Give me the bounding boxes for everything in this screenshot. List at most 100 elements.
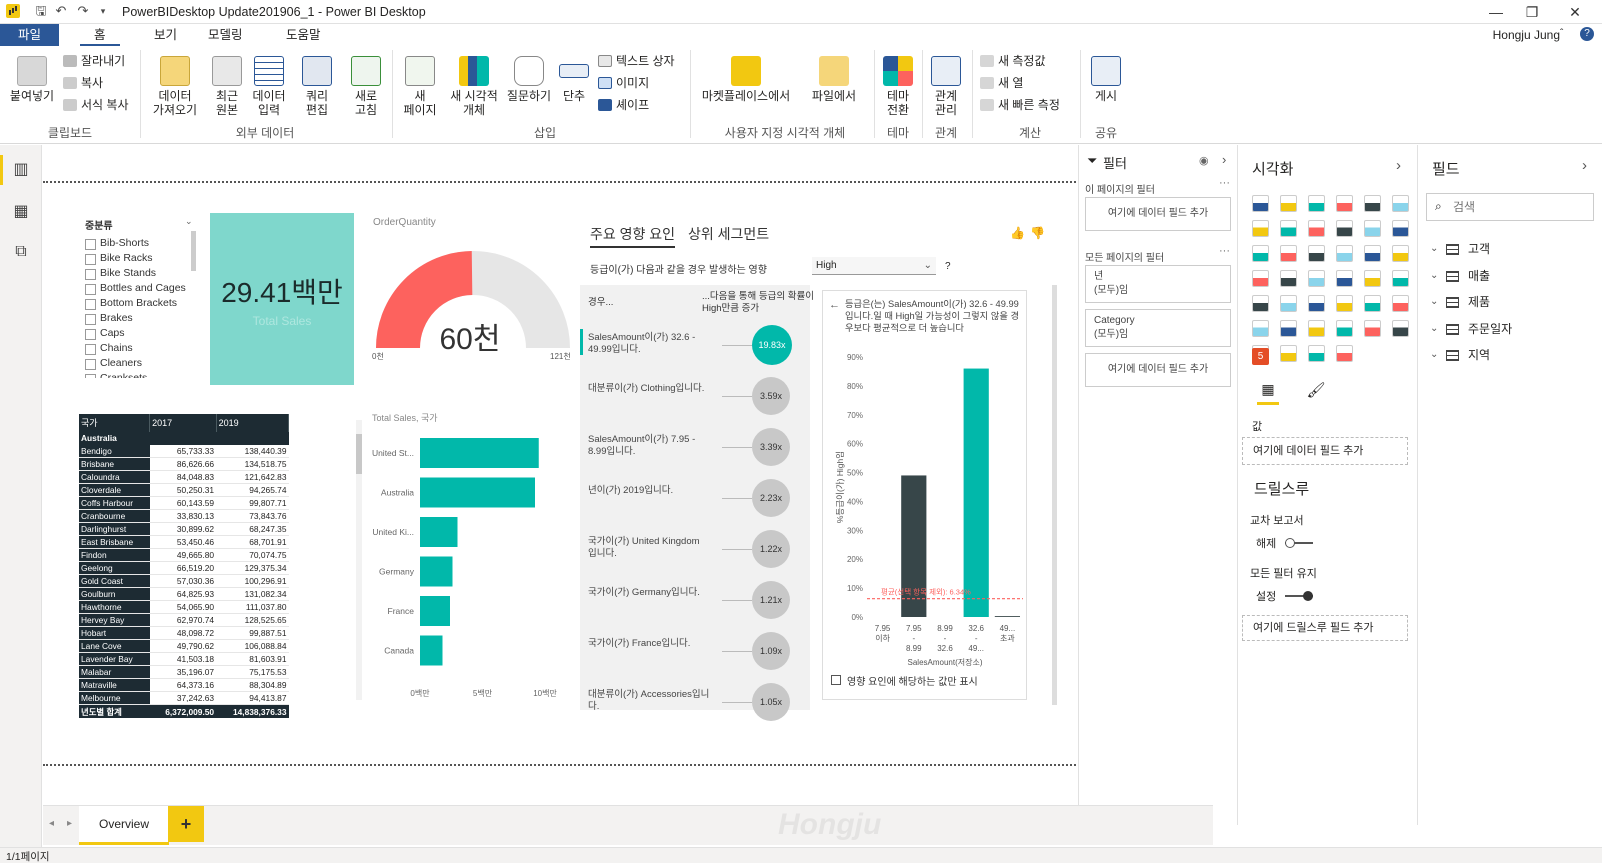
new-column-button[interactable]: 새 열	[980, 74, 1023, 92]
visual-type-icon[interactable]	[1364, 195, 1381, 212]
fields-search-box[interactable]: ⌕	[1426, 193, 1594, 221]
kpi-card[interactable]: 29.41백만 Total Sales	[210, 213, 354, 385]
visual-type-icon[interactable]	[1280, 345, 1297, 362]
table-row[interactable]: Cloverdale 50,250.31 94,265.74	[79, 483, 289, 498]
visual-type-icon[interactable]	[1308, 295, 1325, 312]
tab-key-influencers[interactable]: 주요 영향 요인	[590, 224, 676, 248]
ki-bubble[interactable]: 2.23x	[752, 479, 790, 517]
tab-file[interactable]: 파일	[0, 24, 59, 46]
visual-type-icon[interactable]	[1308, 220, 1325, 237]
ki-bubble[interactable]: 1.22x	[752, 530, 790, 568]
publish-button[interactable]: 게시	[1088, 56, 1124, 103]
format-paint-roller-icon[interactable]: 🖌	[1305, 381, 1327, 405]
visual-type-icon[interactable]	[1280, 295, 1297, 312]
table-row[interactable]: Hawthorne 54,065.90 111,037.80	[79, 600, 289, 615]
expand-chevron-icon[interactable]: ⌄	[1430, 319, 1438, 339]
slicer-item[interactable]: Caps	[85, 326, 200, 341]
expand-chevron-icon[interactable]: ⌄	[1430, 266, 1438, 286]
ki-value-dropdown[interactable]: High ⌄	[812, 257, 936, 275]
manage-relationships-button[interactable]: 관계 관리	[926, 56, 966, 117]
bar[interactable]	[420, 635, 443, 666]
visual-type-icon[interactable]	[1336, 295, 1353, 312]
refresh-button[interactable]: 새로 고침	[346, 56, 386, 117]
table-row[interactable]: Coffs Harbour 60,143.59 99,807.71	[79, 496, 289, 511]
slicer-scrollbar[interactable]	[191, 231, 196, 271]
slicer-item[interactable]: Brakes	[85, 311, 200, 326]
ki-bubble[interactable]: 1.21x	[752, 581, 790, 619]
slicer[interactable]: 중분류 ⌄ Bib-Shorts Bike Racks Bike Stands Bot…	[85, 216, 200, 378]
tab-help[interactable]: 도움말	[272, 24, 335, 46]
visual-type-icon[interactable]	[1280, 270, 1297, 287]
column-header[interactable]: 2019	[216, 414, 290, 432]
from-file-button[interactable]: 파일에서	[806, 56, 862, 103]
visual-type-icon[interactable]	[1252, 220, 1269, 237]
ki-scrollbar[interactable]	[1052, 285, 1057, 705]
keep-filters-toggle[interactable]	[1285, 591, 1313, 601]
copy-button[interactable]: 복사	[63, 74, 103, 92]
bar-chart[interactable]: United St... Australia United Ki... Germany…	[365, 430, 580, 715]
quick-measure-button[interactable]: 새 빠른 측정	[980, 96, 1060, 114]
visual-type-icon[interactable]	[1280, 245, 1297, 262]
visual-type-icon[interactable]	[1308, 195, 1325, 212]
slicer-item[interactable]: Bottles and Cages	[85, 281, 200, 296]
fields-tab-icon[interactable]: ▦	[1257, 381, 1279, 405]
table-row[interactable]: Lane Cove 49,790.62 106,088.84	[79, 639, 289, 654]
ki-influencer-row[interactable]: 대분류이(가) Clothing입니다. 3.59x	[580, 377, 810, 418]
drillthrough-drop-zone[interactable]: 여기에 드릴스루 필드 추가	[1242, 615, 1408, 641]
values-drop-zone[interactable]: 여기에 데이터 필드 추가	[1242, 437, 1408, 465]
html5-visual-icon[interactable]: 5	[1252, 348, 1269, 365]
ki-influencer-row[interactable]: 대분류이(가) Accessories입니다. 1.05x	[580, 683, 810, 724]
visual-type-icon[interactable]	[1252, 245, 1269, 262]
ki-bar[interactable]	[994, 616, 1020, 617]
format-painter-button[interactable]: 서식 복사	[63, 96, 129, 114]
ki-influencer-row[interactable]: SalesAmount이(가) 7.95 - 8.99입니다. 3.39x	[580, 428, 810, 469]
qa-button[interactable]: 질문하기	[504, 56, 554, 103]
field-table-item[interactable]: ⌄ 고객	[1430, 239, 1490, 259]
slicer-dropdown-icon[interactable]: ⌄	[185, 216, 193, 227]
switch-theme-button[interactable]: 테마 전환	[878, 56, 918, 117]
expand-chevron-icon[interactable]: ⌄	[1430, 239, 1438, 259]
maximize-button[interactable]: ❐	[1517, 2, 1547, 22]
ki-bar[interactable]	[963, 368, 989, 617]
table-row[interactable]: Lavender Bay 41,503.18 81,603.91	[79, 652, 289, 667]
ki-influencer-row[interactable]: 국가이(가) Germany입니다. 1.21x	[580, 581, 810, 622]
table-row[interactable]: Goulburn 64,825.93 131,082.34	[79, 587, 289, 602]
visual-type-icon[interactable]	[1280, 220, 1297, 237]
visual-type-icon[interactable]	[1364, 270, 1381, 287]
paste-button[interactable]: 붙여넣기	[8, 56, 56, 103]
visual-type-icon[interactable]	[1392, 245, 1409, 262]
slicer-item[interactable]: Bike Racks	[85, 251, 200, 266]
minimize-button[interactable]: —	[1481, 2, 1511, 22]
next-page-arrow-icon[interactable]: ▸	[67, 818, 72, 829]
customize-chevron-icon[interactable]: ▾	[96, 4, 110, 18]
collapse-fields-icon[interactable]: ›	[1582, 157, 1587, 174]
table-row[interactable]: Hobart 48,098.72 99,887.51	[79, 626, 289, 641]
bar[interactable]	[420, 517, 458, 547]
thumbs-up-icon[interactable]: 👍	[1010, 226, 1025, 240]
bar[interactable]	[420, 556, 453, 587]
field-table-item[interactable]: ⌄ 매출	[1430, 266, 1490, 286]
table-row[interactable]: Darlinghurst 30,899.62 68,247.35	[79, 522, 289, 537]
ki-influencer-row[interactable]: 국가이(가) United Kingdom 입니다. 1.22x	[580, 530, 810, 571]
bar-chart-scrollbar[interactable]	[356, 420, 362, 700]
add-page-filter-field[interactable]: 여기에 데이터 필드 추가	[1085, 197, 1231, 231]
visual-type-icon[interactable]	[1392, 195, 1409, 212]
more-options-icon[interactable]: ···	[1219, 177, 1230, 189]
visual-type-icon[interactable]	[1392, 320, 1409, 337]
slicer-item[interactable]: Bottom Brackets	[85, 296, 200, 311]
ki-influencer-row[interactable]: SalesAmount이(가) 32.6 - 49.99입니다. 19.83x	[580, 325, 810, 367]
visual-type-icon[interactable]	[1336, 220, 1353, 237]
help-icon[interactable]: ?	[1580, 27, 1594, 41]
table-row[interactable]: Brisbane 86,626.66 134,518.75	[79, 457, 289, 472]
enter-data-button[interactable]: 데이터 입력	[249, 56, 289, 117]
add-all-filter-field[interactable]: 여기에 데이터 필드 추가	[1085, 353, 1231, 387]
recent-sources-button[interactable]: 최근 원본	[207, 56, 247, 117]
ki-bubble[interactable]: 3.59x	[752, 377, 790, 415]
expand-chevron-icon[interactable]: ⌄	[1430, 345, 1438, 365]
tab-modeling[interactable]: 모델링	[194, 24, 257, 46]
table-row[interactable]: Bendigo 65,733.33 138,440.39	[79, 444, 289, 459]
visual-type-icon[interactable]	[1336, 195, 1353, 212]
buttons-button[interactable]: 단추	[558, 56, 590, 103]
collapse-ribbon-icon[interactable]: ˆ	[1560, 28, 1563, 39]
slicer-item[interactable]: Cranksets	[85, 371, 200, 378]
